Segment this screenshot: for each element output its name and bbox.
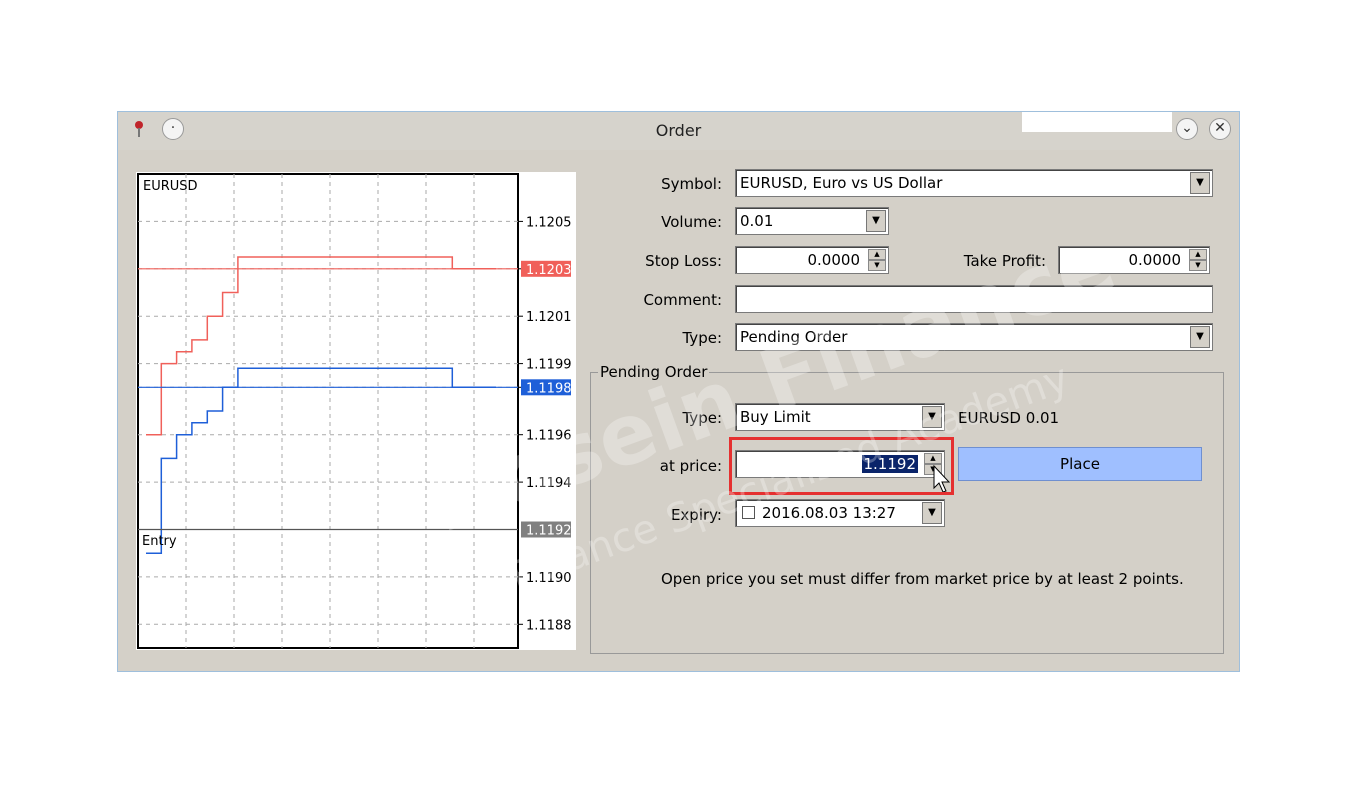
close-icon[interactable]: ✕ bbox=[1209, 118, 1231, 140]
price-label: at price: bbox=[659, 457, 722, 475]
type-value: Pending Order bbox=[740, 328, 848, 346]
y-tick-label: 1.1205 bbox=[526, 215, 572, 230]
takeprofit-value: 0.0000 bbox=[1128, 251, 1182, 269]
pending-type-info: EURUSD 0.01 bbox=[958, 409, 1060, 427]
title-overlay bbox=[1022, 112, 1172, 132]
expiry-field[interactable]: 2016.08.03 13:27 ▼ bbox=[735, 499, 945, 527]
group-title: Pending Order bbox=[598, 363, 710, 381]
pending-type-label: Type: bbox=[682, 409, 722, 427]
symbol-select[interactable]: EURUSD, Euro vs US Dollar ▼ bbox=[735, 169, 1213, 197]
volume-value: 0.01 bbox=[740, 212, 774, 230]
stoploss-label: Stop Loss: bbox=[645, 252, 722, 270]
ask-price-tag: 1.1203 bbox=[526, 263, 572, 278]
pending-type-value: Buy Limit bbox=[740, 408, 811, 426]
place-button[interactable]: Place bbox=[958, 447, 1202, 481]
chevron-down-icon[interactable]: ▼ bbox=[922, 502, 942, 524]
symbol-value: EURUSD, Euro vs US Dollar bbox=[740, 174, 943, 192]
takeprofit-label: Take Profit: bbox=[963, 252, 1046, 270]
bid-price-tag: 1.1198 bbox=[526, 381, 572, 396]
symbol-label: Symbol: bbox=[661, 175, 722, 193]
chevron-down-icon[interactable]: ▼ bbox=[922, 406, 942, 428]
price-hint: Open price you set must differ from mark… bbox=[661, 570, 1184, 588]
stoploss-field[interactable]: 0.0000 ▲ ▼ bbox=[735, 246, 889, 274]
volume-field[interactable]: 0.01 ▼ bbox=[735, 207, 889, 235]
minimize-icon[interactable]: ⌄ bbox=[1176, 118, 1198, 140]
y-tick-label: 1.1188 bbox=[526, 618, 572, 633]
expiry-label: Expiry: bbox=[670, 506, 722, 524]
entry-price-tag: 1.1192 bbox=[526, 524, 572, 539]
takeprofit-spinner[interactable]: ▲ ▼ bbox=[1189, 249, 1207, 271]
chart-svg: EURUSD 1.1205 1.1203 1.1201 1.1199 1.1198 1.1… bbox=[137, 173, 572, 649]
price-chart: EURUSD 1.1205 1.1203 1.1201 1.1199 1.1198 1.1… bbox=[136, 172, 576, 650]
y-tick-label: 1.1190 bbox=[526, 571, 572, 586]
highlight-box bbox=[729, 437, 954, 495]
comment-field[interactable] bbox=[735, 285, 1213, 313]
y-tick-label: 1.1201 bbox=[526, 310, 572, 325]
y-tick-label: 1.1199 bbox=[526, 358, 572, 373]
chevron-down-icon[interactable]: ▼ bbox=[1190, 326, 1210, 348]
type-label: Type: bbox=[682, 329, 722, 347]
volume-label: Volume: bbox=[661, 213, 722, 231]
title-bar: · Order ⌄ ✕ bbox=[118, 112, 1239, 150]
entry-label: Entry bbox=[142, 534, 177, 549]
comment-label: Comment: bbox=[643, 291, 722, 309]
chevron-down-icon[interactable]: ▼ bbox=[866, 210, 886, 232]
chevron-down-icon[interactable]: ▼ bbox=[1190, 172, 1210, 194]
chart-symbol: EURUSD bbox=[143, 179, 198, 194]
expiry-value: 2016.08.03 13:27 bbox=[762, 504, 896, 522]
pending-type-select[interactable]: Buy Limit ▼ bbox=[735, 403, 945, 431]
stoploss-spinner[interactable]: ▲ ▼ bbox=[868, 249, 886, 271]
stoploss-value: 0.0000 bbox=[807, 251, 861, 269]
takeprofit-field[interactable]: 0.0000 ▲ ▼ bbox=[1058, 246, 1210, 274]
y-tick-label: 1.1196 bbox=[526, 429, 572, 444]
expiry-checkbox[interactable] bbox=[742, 506, 755, 519]
type-select[interactable]: Pending Order ▼ bbox=[735, 323, 1213, 351]
y-tick-label: 1.1194 bbox=[526, 476, 572, 491]
order-window: · Order ⌄ ✕ EURUSD 1.1205 1.1203 1.1201 1.1… bbox=[117, 111, 1240, 672]
